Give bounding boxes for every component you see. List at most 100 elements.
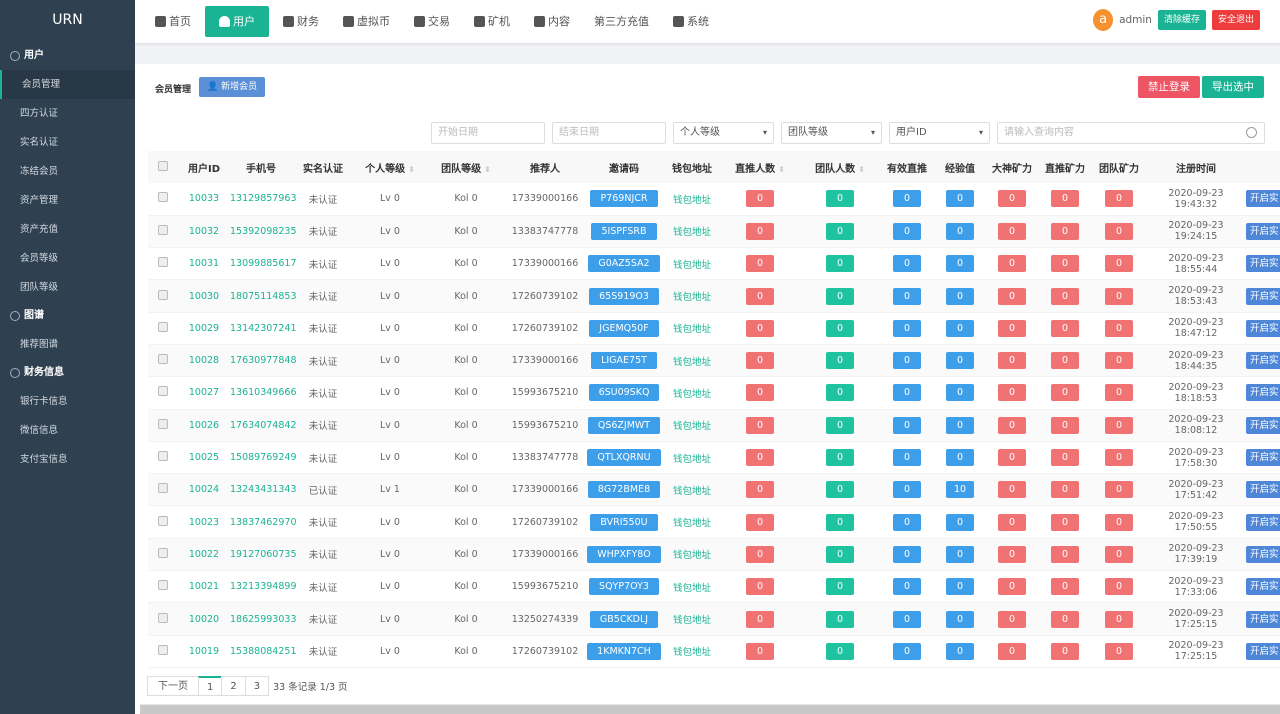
sidebar-item[interactable]: 四方认证 [0,99,135,128]
phone-link[interactable]: 17630977848 [230,355,297,366]
nav-tab[interactable]: 财务 [273,6,329,37]
row-select[interactable] [148,183,178,216]
phone-link[interactable]: 13837462970 [230,517,297,528]
user-id-link[interactable]: 10025 [189,452,219,463]
enable-button[interactable]: 开启实 [1246,222,1280,240]
wallet-address-link[interactable]: 钱包地址 [673,486,711,497]
row-checkbox[interactable] [158,192,168,203]
phone-link[interactable]: 18075114853 [230,291,297,302]
team-level-select[interactable]: 团队等级 [781,122,882,144]
search-input[interactable]: 请输入查询内容 [997,122,1265,144]
row-checkbox[interactable] [158,547,168,558]
wallet-address-link[interactable]: 钱包地址 [673,260,711,271]
nav-tab[interactable]: 第三方充值 [584,6,659,37]
user-id-link[interactable]: 10023 [189,517,219,528]
wallet-address-link[interactable]: 钱包地址 [673,421,711,432]
wallet-address-link[interactable]: 钱包地址 [673,324,711,335]
field-select[interactable]: 用户ID [889,122,990,144]
start-date-input[interactable]: 开始日期 [431,122,545,144]
enable-button[interactable]: 开启实 [1246,449,1280,467]
enable-button[interactable]: 开启实 [1246,481,1280,499]
wallet-address-link[interactable]: 钱包地址 [673,292,711,303]
row-select[interactable] [148,215,178,249]
phone-link[interactable]: 19127060735 [230,549,297,560]
user-id-link[interactable]: 10032 [189,226,219,237]
phone-link[interactable]: 13129857963 [230,193,297,204]
row-select[interactable] [148,441,178,475]
row-checkbox[interactable] [158,580,168,591]
wallet-address-link[interactable]: 钱包地址 [673,550,711,561]
wallet-address-link[interactable]: 钱包地址 [673,454,711,465]
export-selected-button[interactable]: 导出选中 [1202,76,1264,98]
phone-link[interactable]: 13243431343 [230,484,297,495]
user-id-link[interactable]: 10027 [189,387,219,398]
row-checkbox[interactable] [158,354,168,365]
wallet-address-link[interactable]: 钱包地址 [673,195,711,206]
row-checkbox[interactable] [158,515,168,526]
enable-button[interactable]: 开启实 [1246,287,1280,305]
sidebar-section[interactable]: 用户 [0,42,135,70]
user-id-link[interactable]: 10019 [189,646,219,657]
row-checkbox[interactable] [158,483,168,494]
row-select[interactable] [148,473,178,507]
sidebar-item[interactable]: 推荐图谱 [0,330,135,359]
sidebar-item[interactable]: 支付宝信息 [0,445,135,474]
enable-button[interactable]: 开启实 [1246,255,1280,273]
row-select[interactable] [148,376,178,410]
row-select[interactable] [148,344,178,378]
user-id-link[interactable]: 10024 [189,484,219,495]
row-checkbox[interactable] [158,289,168,300]
next-page-button[interactable]: 下一页 [147,676,199,696]
user-id-link[interactable]: 10022 [189,549,219,560]
user-id-link[interactable]: 10026 [189,420,219,431]
user-id-link[interactable]: 10020 [189,614,219,625]
row-checkbox[interactable] [158,321,168,332]
sidebar-item[interactable]: 会员管理 [0,70,135,99]
sort-icon[interactable]: ⬍ [408,165,415,174]
user-id-link[interactable]: 10021 [189,581,219,592]
wallet-address-link[interactable]: 钱包地址 [673,357,711,368]
row-select[interactable] [148,247,178,281]
phone-link[interactable]: 18625993033 [230,614,297,625]
search-icon[interactable] [1246,127,1257,138]
username[interactable]: admin [1119,14,1152,26]
wallet-address-link[interactable]: 钱包地址 [673,583,711,594]
horizontal-scrollbar[interactable] [140,704,1280,714]
phone-link[interactable]: 15392098235 [230,226,297,237]
personal-level-select[interactable]: 个人等级 [673,122,774,144]
wallet-address-link[interactable]: 钱包地址 [673,227,711,238]
select-all[interactable] [148,151,178,183]
sidebar-item[interactable]: 资产管理 [0,186,135,215]
row-checkbox[interactable] [158,644,168,655]
nav-tab[interactable]: 交易 [404,6,460,37]
ban-login-button[interactable]: 禁止登录 [1138,76,1200,98]
row-select[interactable] [148,505,178,539]
enable-button[interactable]: 开启实 [1246,190,1280,208]
wallet-address-link[interactable]: 钱包地址 [673,615,711,626]
row-checkbox[interactable] [158,612,168,623]
enable-button[interactable]: 开启实 [1246,578,1280,596]
page-button[interactable]: 1 [198,676,223,696]
sidebar-item[interactable]: 银行卡信息 [0,387,135,416]
page-button[interactable]: 2 [221,676,246,696]
user-id-link[interactable]: 10029 [189,323,219,334]
enable-button[interactable]: 开启实 [1246,416,1280,434]
row-checkbox[interactable] [158,257,168,268]
logout-button[interactable]: 安全退出 [1211,10,1260,30]
row-select[interactable] [148,312,178,345]
nav-tab[interactable]: 矿机 [464,6,520,37]
sidebar-item[interactable]: 团队等级 [0,273,135,302]
enable-button[interactable]: 开启实 [1246,545,1280,563]
sidebar-section[interactable]: 财务信息 [0,359,135,387]
sidebar-item[interactable]: 资产充值 [0,215,135,244]
nav-tab[interactable]: 首页 [145,6,201,37]
row-select[interactable] [148,570,178,604]
enable-button[interactable]: 开启实 [1246,513,1280,531]
row-select[interactable] [148,279,178,313]
end-date-input[interactable]: 结束日期 [552,122,666,144]
nav-tab[interactable]: 虚拟币 [333,6,400,37]
clear-cache-button[interactable]: 清除缓存 [1157,10,1206,30]
enable-button[interactable]: 开启实 [1246,319,1280,337]
row-select[interactable] [148,602,178,636]
enable-button[interactable]: 开启实 [1246,642,1280,660]
